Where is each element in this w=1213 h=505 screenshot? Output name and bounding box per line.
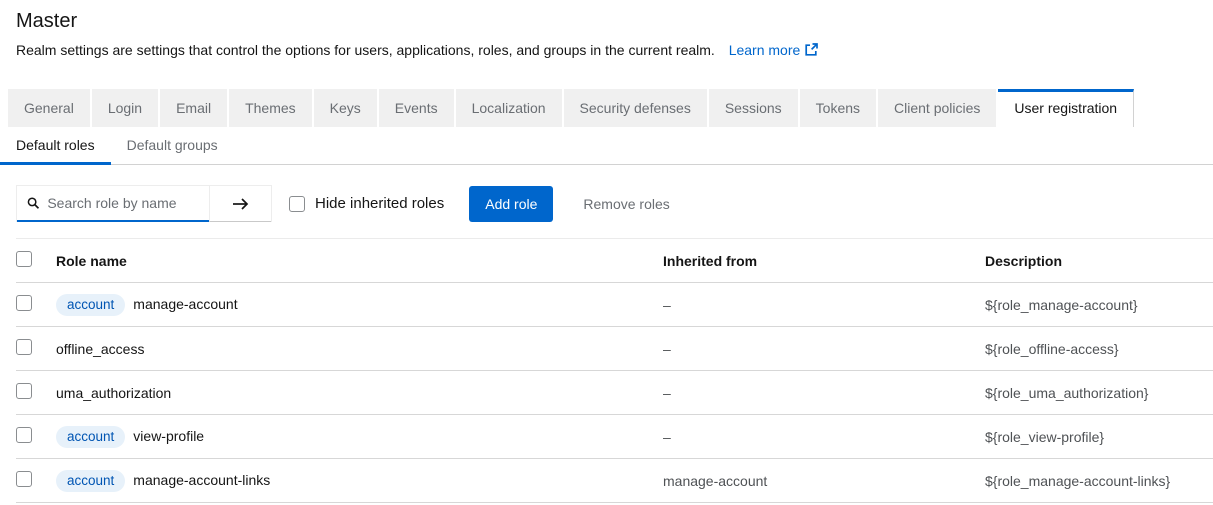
remove-roles-button[interactable]: Remove roles (575, 196, 677, 212)
select-all-checkbox[interactable] (16, 251, 32, 267)
inherited-from: – (663, 415, 985, 459)
inherited-from: – (663, 371, 985, 415)
hide-inherited-roles-toggle[interactable]: Hide inherited roles (289, 195, 444, 212)
learn-more-label: Learn more (729, 42, 801, 58)
page-description-text: Realm settings are settings that control… (16, 42, 715, 58)
realm-settings-tabs: GeneralLoginEmailThemesKeysEventsLocaliz… (0, 89, 1213, 127)
row-checkbox[interactable] (16, 339, 32, 355)
role-name: manage-account (133, 296, 237, 312)
search-group (16, 185, 272, 222)
row-checkbox[interactable] (16, 471, 32, 487)
search-submit-button[interactable] (209, 186, 271, 222)
role-name: manage-account-links (133, 472, 270, 488)
table-header-row: Role name Inherited from Description (16, 239, 1213, 283)
subtab-default-roles[interactable]: Default roles (0, 127, 111, 165)
search-input[interactable] (47, 195, 199, 211)
default-roles-table: Role name Inherited from Description acc… (16, 238, 1213, 503)
add-role-button[interactable]: Add role (469, 186, 553, 222)
role-name: uma_authorization (56, 385, 171, 401)
subtab-default-groups[interactable]: Default groups (111, 127, 234, 165)
role-description: ${role_view-profile} (985, 415, 1213, 459)
role-name: view-profile (133, 428, 204, 444)
inherited-from: – (663, 327, 985, 371)
user-registration-subtabs: Default rolesDefault groups (0, 127, 1213, 165)
role-description: ${role_manage-account} (985, 283, 1213, 327)
table-row: account manage-account – ${role_manage-ac… (16, 283, 1213, 327)
roles-toolbar: Hide inherited roles Add role Remove rol… (0, 165, 1213, 238)
table-row: account manage-account-links manage-accou… (16, 459, 1213, 503)
inherited-from: manage-account (663, 459, 985, 503)
hide-inherited-label: Hide inherited roles (315, 195, 444, 212)
row-checkbox[interactable] (16, 427, 32, 443)
table-row: uma_authorization – ${role_uma_authoriza… (16, 371, 1213, 415)
tab-user-registration[interactable]: User registration (998, 89, 1134, 127)
tab-login[interactable]: Login (92, 89, 160, 127)
column-header-description: Description (985, 239, 1213, 283)
tab-keys[interactable]: Keys (314, 89, 379, 127)
tab-events[interactable]: Events (379, 89, 456, 127)
client-scope-chip: account (56, 426, 125, 448)
client-scope-chip: account (56, 294, 125, 316)
column-header-role-name: Role name (56, 239, 663, 283)
external-link-icon (805, 43, 818, 56)
role-description: ${role_manage-account-links} (985, 459, 1213, 503)
tab-security-defenses[interactable]: Security defenses (564, 89, 709, 127)
row-checkbox[interactable] (16, 383, 32, 399)
tab-tokens[interactable]: Tokens (800, 89, 878, 127)
row-checkbox[interactable] (16, 295, 32, 311)
inherited-from: – (663, 283, 985, 327)
arrow-right-icon (232, 197, 249, 211)
tab-email[interactable]: Email (160, 89, 229, 127)
table-row: account view-profile – ${role_view-profil… (16, 415, 1213, 459)
realm-settings-page: Master Realm settings are settings that … (0, 0, 1213, 503)
search-box (17, 186, 209, 222)
page-title: Master (16, 8, 1197, 34)
tab-localization[interactable]: Localization (456, 89, 564, 127)
page-description: Realm settings are settings that control… (16, 41, 1197, 59)
tab-client-policies[interactable]: Client policies (878, 89, 998, 127)
role-name: offline_access (56, 341, 144, 357)
column-header-inherited-from: Inherited from (663, 239, 985, 283)
table-row: offline_access – ${role_offline-access} (16, 327, 1213, 371)
role-description: ${role_offline-access} (985, 327, 1213, 371)
client-scope-chip: account (56, 470, 125, 492)
learn-more-link[interactable]: Learn more (729, 42, 819, 58)
tab-general[interactable]: General (8, 89, 92, 127)
hide-inherited-checkbox[interactable] (289, 196, 305, 212)
tab-themes[interactable]: Themes (229, 89, 314, 127)
role-description: ${role_uma_authorization} (985, 371, 1213, 415)
search-icon (27, 196, 39, 210)
tab-sessions[interactable]: Sessions (709, 89, 800, 127)
page-header: Master Realm settings are settings that … (0, 0, 1213, 59)
